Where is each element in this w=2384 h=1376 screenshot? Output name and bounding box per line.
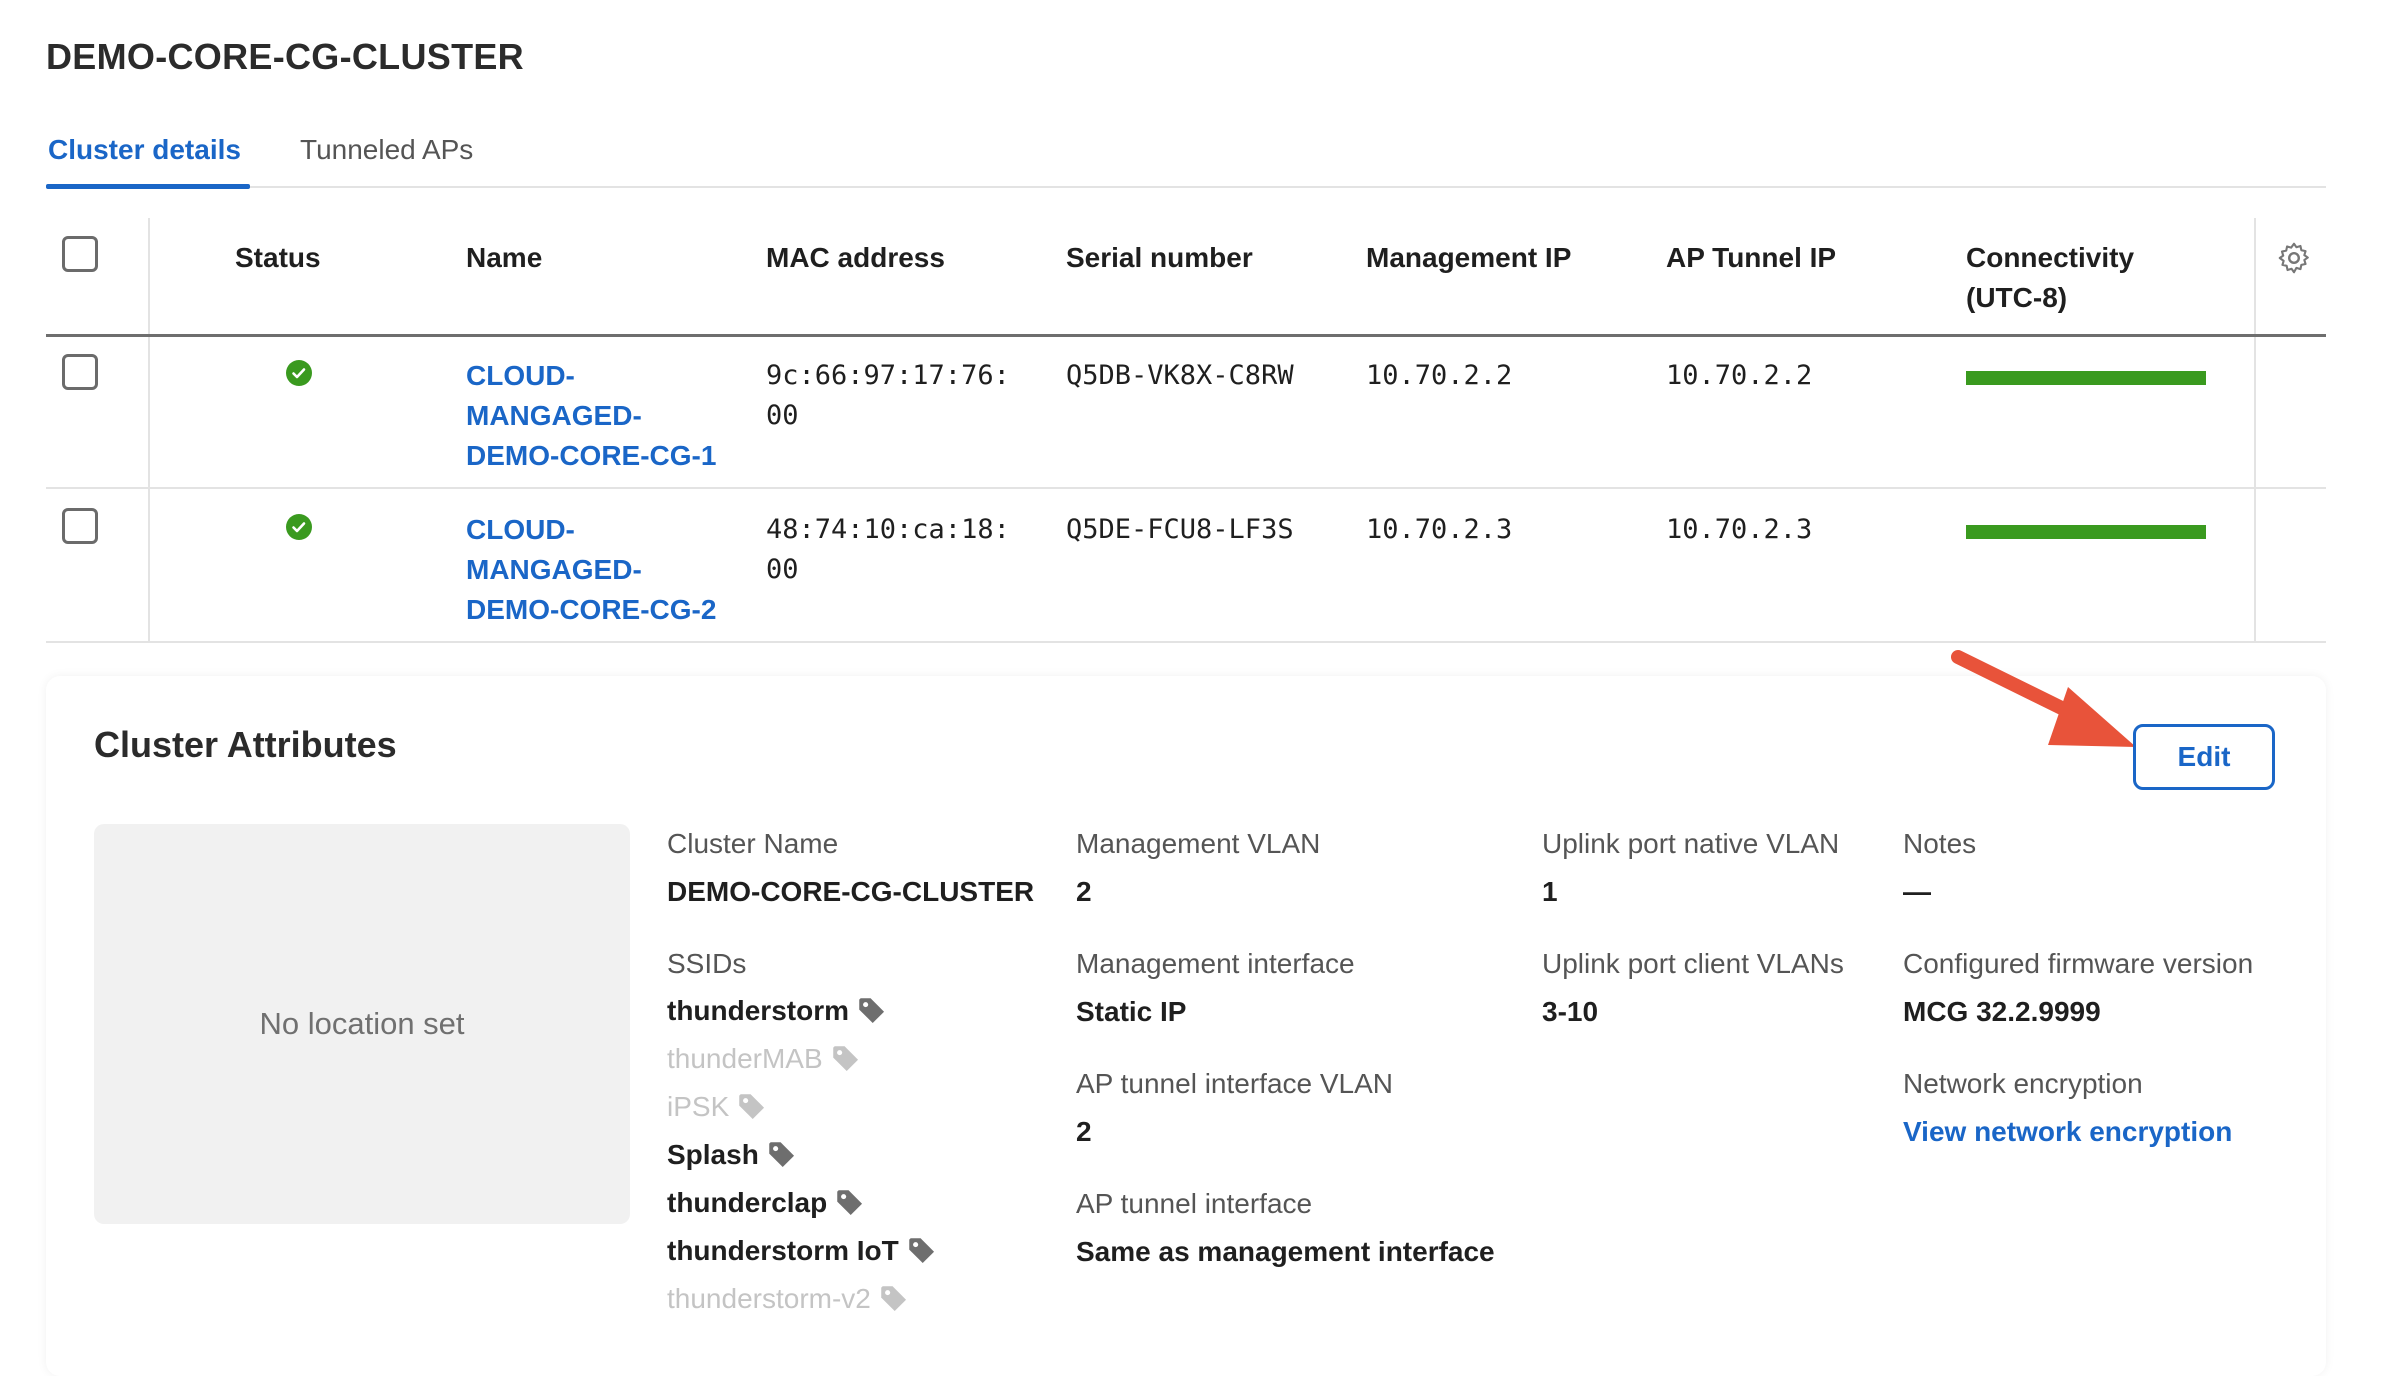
cluster-name-label: Cluster Name — [667, 828, 839, 859]
ap-tunnel-vlan-value: 2 — [1076, 1116, 1092, 1147]
ap-tunnel-iface-label: AP tunnel interface — [1076, 1188, 1313, 1219]
device-name-link[interactable]: CLOUD- MANGAGED- DEMO-CORE-CG-2 — [466, 510, 716, 630]
header-mac[interactable]: MAC address — [766, 238, 945, 278]
no-location-text: No location set — [259, 1006, 465, 1041]
firmware-label: Configured firmware version — [1903, 948, 2254, 979]
select-all-checkbox[interactable] — [62, 236, 98, 272]
card-title: Cluster Attributes — [94, 724, 397, 765]
tag-icon — [881, 1286, 906, 1312]
ssid-item: Splash — [667, 1138, 799, 1172]
header-connectivity-line1: Connectivity — [1966, 242, 2135, 273]
firmware-value: MCG 32.2.9999 — [1903, 996, 2101, 1027]
device-name-link[interactable]: CLOUD- MANGAGED- DEMO-CORE-CG-1 — [466, 356, 716, 476]
mgmt-vlan-value: 2 — [1076, 876, 1092, 907]
tag-icon — [859, 998, 885, 1024]
tab-bar: Cluster details Tunneled APs — [46, 128, 2326, 189]
location-map-placeholder: No location set — [94, 824, 630, 1224]
edit-button[interactable]: Edit — [2133, 724, 2275, 790]
page-title: DEMO-CORE-CG-CLUSTER — [46, 36, 524, 77]
ssids-label: SSIDs — [667, 948, 747, 979]
view-network-encryption-link[interactable]: View network encryption — [1903, 1116, 2232, 1148]
ap-tunnel-ip: 10.70.2.3 — [1666, 514, 1813, 545]
ap-tunnel-ip: 10.70.2.2 — [1666, 360, 1813, 391]
annotation-arrow-icon — [1951, 650, 2136, 747]
mgmt-iface-value: Static IP — [1076, 996, 1187, 1027]
tag-icon — [769, 1142, 794, 1168]
serial-number: Q5DB-VK8X-C8RW — [1066, 360, 1294, 391]
uplink-client-vlans-label: Uplink port client VLANs — [1542, 948, 1844, 979]
table-header-row: Status Name MAC address Serial number Ma… — [46, 218, 2326, 337]
mac-address: 48:74:10:ca:18: 00 — [766, 514, 1010, 585]
ap-tunnel-iface-value: Same as management interface — [1076, 1236, 1495, 1267]
tab-underline — [46, 184, 250, 189]
ap-tunnel-vlan-label: AP tunnel interface VLAN — [1076, 1068, 1394, 1099]
header-serial[interactable]: Serial number — [1066, 238, 1253, 278]
header-connectivity[interactable]: Connectivity (UTC-8) — [1966, 238, 2134, 318]
tag-icon — [909, 1238, 934, 1264]
network-encryption-label: Network encryption — [1903, 1068, 2143, 1099]
check-circle-icon — [286, 360, 312, 386]
header-connectivity-line2: (UTC-8) — [1966, 282, 2068, 313]
ssid-item: thunderstorm — [667, 994, 889, 1028]
mgmt-vlan-label: Management VLAN — [1076, 828, 1321, 859]
tag-icon — [832, 1046, 858, 1072]
tab-tunneled-aps[interactable]: Tunneled APs — [300, 134, 473, 166]
header-status[interactable]: Status — [235, 238, 321, 278]
table-row[interactable]: CLOUD- MANGAGED- DEMO-CORE-CG-1 9c:66:97… — [46, 334, 2326, 489]
connectivity-bar — [1966, 371, 2206, 385]
mac-address: 9c:66:97:17:76: 00 — [766, 360, 1010, 431]
uplink-native-vlan-value: 1 — [1542, 876, 1558, 907]
management-ip: 10.70.2.2 — [1366, 360, 1513, 391]
tab-cluster-details[interactable]: Cluster details — [48, 134, 241, 166]
ssid-item: thunderstorm-v2 — [667, 1282, 911, 1316]
ssid-item: iPSK — [667, 1090, 769, 1124]
check-circle-icon — [286, 514, 312, 540]
uplink-client-vlans-value: 3-10 — [1542, 996, 1599, 1027]
ssid-item: thunderstorm IoT — [667, 1234, 939, 1268]
tag-icon — [739, 1094, 765, 1120]
notes-label: Notes — [1903, 828, 1977, 859]
header-name[interactable]: Name — [466, 238, 542, 278]
header-tunnel-ip[interactable]: AP Tunnel IP — [1666, 238, 1836, 278]
connectivity-bar — [1966, 525, 2206, 539]
uplink-native-vlan-label: Uplink port native VLAN — [1542, 828, 1840, 859]
gear-icon[interactable] — [2276, 240, 2312, 276]
notes-value: — — [1903, 876, 1931, 907]
table-row[interactable]: CLOUD- MANGAGED- DEMO-CORE-CG-2 48:74:10… — [46, 488, 2326, 643]
ssid-item: thunderclap — [667, 1186, 867, 1220]
header-mgmt-ip[interactable]: Management IP — [1366, 238, 1571, 278]
tag-icon — [837, 1190, 863, 1216]
serial-number: Q5DE-FCU8-LF3S — [1066, 514, 1294, 545]
row-checkbox[interactable] — [62, 508, 98, 544]
cluster-name-value: DEMO-CORE-CG-CLUSTER — [667, 876, 1035, 907]
mgmt-iface-label: Management interface — [1076, 948, 1355, 979]
management-ip: 10.70.2.3 — [1366, 514, 1513, 545]
row-checkbox[interactable] — [62, 354, 98, 390]
ssid-item: thunderMAB — [667, 1042, 863, 1076]
